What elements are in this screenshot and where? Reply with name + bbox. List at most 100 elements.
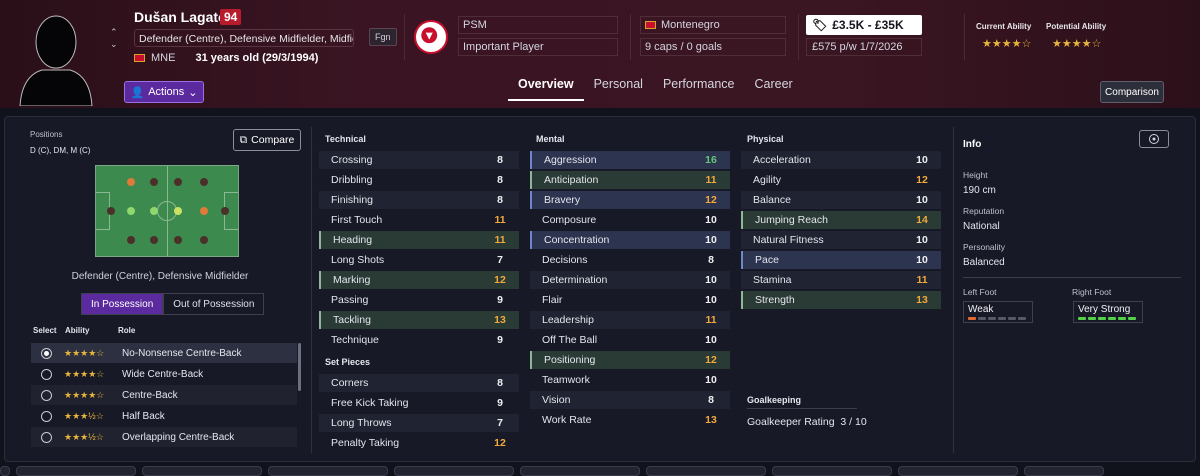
contract-expiry: 1/7/2026: [859, 41, 903, 53]
position-dot: [200, 207, 208, 215]
attribute-row[interactable]: Decisions 8: [530, 251, 730, 269]
attribute-name: Stamina: [753, 274, 792, 286]
compare-label: Compare: [251, 134, 295, 146]
bottom-tab[interactable]: [646, 466, 766, 476]
club-logo[interactable]: [414, 20, 448, 54]
tab-performance[interactable]: Performance: [653, 77, 745, 101]
actions-label: Actions: [148, 86, 185, 98]
attribute-row[interactable]: Anticipation 11: [530, 171, 730, 189]
attribute-row[interactable]: Passing 9: [319, 291, 519, 309]
divider: [311, 127, 312, 453]
attribute-row[interactable]: Work Rate 13: [530, 411, 730, 429]
compare-button[interactable]: ⧉ Compare: [233, 129, 301, 151]
actions-button[interactable]: 👤 Actions ⌄: [124, 81, 204, 103]
left-foot-value: Weak: [968, 304, 994, 315]
attribute-name: Vision: [542, 394, 571, 406]
attribute-row[interactable]: Natural Fitness 10: [741, 231, 941, 249]
overview-panel: Positions D (C), DM, M (C) ⧉ Compare Defe…: [4, 116, 1196, 462]
attribute-name: Leadership: [542, 314, 594, 326]
attribute-row[interactable]: Positioning 12: [530, 351, 730, 369]
player-nav-arrows[interactable]: ⌃ ⌄: [110, 26, 118, 50]
attribute-row[interactable]: Teamwork 10: [530, 371, 730, 389]
comparison-button[interactable]: Comparison: [1100, 81, 1164, 103]
squad-status: Important Player: [458, 38, 618, 56]
bottom-tab[interactable]: [1024, 466, 1104, 476]
tab-overview[interactable]: Overview: [508, 77, 584, 101]
attribute-row[interactable]: Marking 12: [319, 271, 519, 289]
radio[interactable]: [41, 389, 52, 401]
bottom-tab[interactable]: [268, 466, 388, 476]
bottom-tab[interactable]: [898, 466, 1018, 476]
attribute-row[interactable]: Jumping Reach 14: [741, 211, 941, 229]
bottom-tab[interactable]: [772, 466, 892, 476]
bottom-tab[interactable]: [142, 466, 262, 476]
attribute-row[interactable]: Technique 9: [319, 331, 519, 349]
attribute-row[interactable]: Flair 10: [530, 291, 730, 309]
attribute-row[interactable]: Free Kick Taking 9: [319, 394, 519, 412]
attribute-value: 10: [705, 214, 717, 226]
radio[interactable]: [41, 368, 52, 380]
attribute-row[interactable]: Penalty Taking 12: [319, 434, 519, 452]
attribute-row[interactable]: Strength 13: [741, 291, 941, 309]
position-dot: [174, 207, 182, 215]
bottom-tab[interactable]: [16, 466, 136, 476]
radio-selected[interactable]: [41, 347, 52, 359]
attribute-row[interactable]: Pace 10: [741, 251, 941, 269]
attribute-row[interactable]: Determination 10: [530, 271, 730, 289]
nation-link[interactable]: Montenegro: [640, 16, 786, 34]
attribute-row[interactable]: Concentration 10: [530, 231, 730, 249]
attribute-row[interactable]: Finishing 8: [319, 191, 519, 209]
player-avatar: [19, 15, 93, 106]
radio[interactable]: [41, 410, 52, 422]
role-row[interactable]: ★★★★☆ Centre-Back: [31, 385, 297, 405]
roles-scrollbar[interactable]: [298, 343, 301, 391]
attribute-row[interactable]: Composure 10: [530, 211, 730, 229]
attribute-row[interactable]: Vision 8: [530, 391, 730, 409]
bottom-tab[interactable]: [0, 466, 10, 476]
attribute-row[interactable]: Balance 10: [741, 191, 941, 209]
mental-header: Mental: [536, 134, 565, 144]
role-row[interactable]: ★★★★☆ Wide Centre-Back: [31, 364, 297, 384]
attribute-row[interactable]: Bravery 12: [530, 191, 730, 209]
attribute-name: Crossing: [331, 154, 373, 166]
goalkeeping-header: Goalkeeping: [747, 395, 802, 405]
role-name: Centre-Back: [122, 389, 178, 401]
compare-icon: ⧉: [239, 133, 248, 146]
positions-label: Positions: [30, 130, 63, 139]
attribute-row[interactable]: Heading 11: [319, 231, 519, 249]
attribute-row[interactable]: First Touch 11: [319, 211, 519, 229]
out-possession-button[interactable]: Out of Possession: [163, 293, 265, 315]
attribute-value: 12: [705, 194, 717, 206]
attribute-row[interactable]: Long Shots 7: [319, 251, 519, 269]
attribute-row[interactable]: Stamina 11: [741, 271, 941, 289]
attribute-row[interactable]: Leadership 11: [530, 311, 730, 329]
gk-rating-value: 3 / 10: [840, 416, 867, 428]
info-settings-button[interactable]: [1139, 130, 1169, 148]
attribute-row[interactable]: Acceleration 10: [741, 151, 941, 169]
role-row[interactable]: ★★★★☆ No-Nonsense Centre-Back: [31, 343, 297, 363]
attribute-row[interactable]: Crossing 8: [319, 151, 519, 169]
attribute-row[interactable]: Off The Ball 10: [530, 331, 730, 349]
attribute-name: Long Shots: [331, 254, 385, 266]
tab-personal[interactable]: Personal: [584, 77, 653, 101]
attribute-row[interactable]: Long Throws 7: [319, 414, 519, 432]
attribute-row[interactable]: Tackling 13: [319, 311, 519, 329]
radio[interactable]: [41, 431, 52, 443]
role-row[interactable]: ★★★½☆ Half Back: [31, 406, 297, 426]
bottom-tab[interactable]: [394, 466, 514, 476]
tab-career[interactable]: Career: [745, 77, 803, 101]
club-name[interactable]: PSM: [458, 16, 618, 34]
attribute-row[interactable]: Dribbling 8: [319, 171, 519, 189]
bottom-tab[interactable]: [520, 466, 640, 476]
attribute-row[interactable]: Corners 8: [319, 374, 519, 392]
in-possession-button[interactable]: In Possession: [81, 293, 164, 315]
divider: [404, 14, 405, 60]
attribute-row[interactable]: Aggression 16: [530, 151, 730, 169]
attribute-value: 8: [497, 174, 503, 186]
role-col-header: Role: [118, 326, 136, 335]
role-stars: ★★★★☆: [64, 389, 105, 400]
attribute-row[interactable]: Agility 12: [741, 171, 941, 189]
role-row[interactable]: ★★★½☆ Overlapping Centre-Back: [31, 427, 297, 447]
attribute-value: 8: [497, 154, 503, 166]
player-positions: Defender (Centre), Defensive Midfielder,…: [134, 29, 354, 47]
